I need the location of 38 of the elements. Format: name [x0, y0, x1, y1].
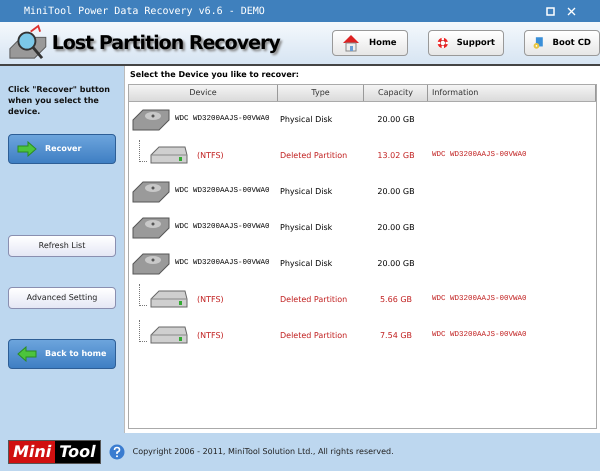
- table-cell-text: Physical Disk: [279, 258, 334, 270]
- table-cell-text: Physical Disk: [279, 186, 334, 198]
- arrow-right-icon: [17, 141, 37, 157]
- column-header[interactable]: Device: [129, 85, 278, 101]
- brand-logo: Mini Tool: [8, 440, 101, 464]
- table-cell-text: 5.66 GB: [378, 294, 414, 306]
- help-icon[interactable]: [108, 444, 125, 460]
- close-icon[interactable]: [567, 6, 576, 16]
- table-cell-text: 20.00 GB: [376, 222, 416, 234]
- table-cell-text: Deleted Partition: [279, 294, 348, 306]
- sidebar-button[interactable]: Refresh List: [8, 235, 116, 257]
- table-cell-text: Deleted Partition: [279, 330, 348, 342]
- column-header[interactable]: Capacity: [364, 85, 428, 101]
- maximize-icon[interactable]: [546, 6, 555, 16]
- column-header[interactable]: Information: [428, 85, 596, 101]
- nav-button[interactable]: Home: [332, 30, 408, 56]
- table-cell: (NTFS): [197, 330, 224, 342]
- table-cell-text: Deleted Partition: [279, 150, 348, 162]
- table-cell: (NTFS): [197, 150, 224, 162]
- table-cell-text: 20.00 GB: [376, 114, 416, 126]
- table-cell-text: 13.02 GB: [376, 150, 416, 162]
- table-cell: (NTFS): [197, 294, 224, 306]
- table-cell-text: Physical Disk: [279, 114, 334, 126]
- arrow-left-icon: [17, 346, 37, 362]
- table-cell-text: 20.00 GB: [376, 258, 416, 270]
- column-header[interactable]: Type: [278, 85, 364, 101]
- sidebar-button[interactable]: Advanced Setting: [8, 287, 116, 309]
- table-cell-text: Physical Disk: [279, 222, 334, 234]
- prompt-text: Select the Device you like to recover:: [129, 69, 300, 81]
- nav-button[interactable]: Boot CD: [524, 30, 600, 56]
- house-icon: [341, 33, 361, 53]
- table-cell-text: 20.00 GB: [376, 186, 416, 198]
- copyright-text: Copyright 2006 - 2011, MiniTool Solution Ltd., All rights reserved.: [132, 446, 394, 458]
- window-title: MiniTool Power Data Recovery v6.6 - DEMO: [24, 4, 265, 18]
- sidebar-hint: Click "Recover" button when you select the device.: [8, 84, 111, 117]
- app-title: Lost Partition Recovery: [52, 30, 282, 56]
- table-cell-text: 7.54 GB: [378, 330, 414, 342]
- nav-button[interactable]: Support: [428, 30, 504, 56]
